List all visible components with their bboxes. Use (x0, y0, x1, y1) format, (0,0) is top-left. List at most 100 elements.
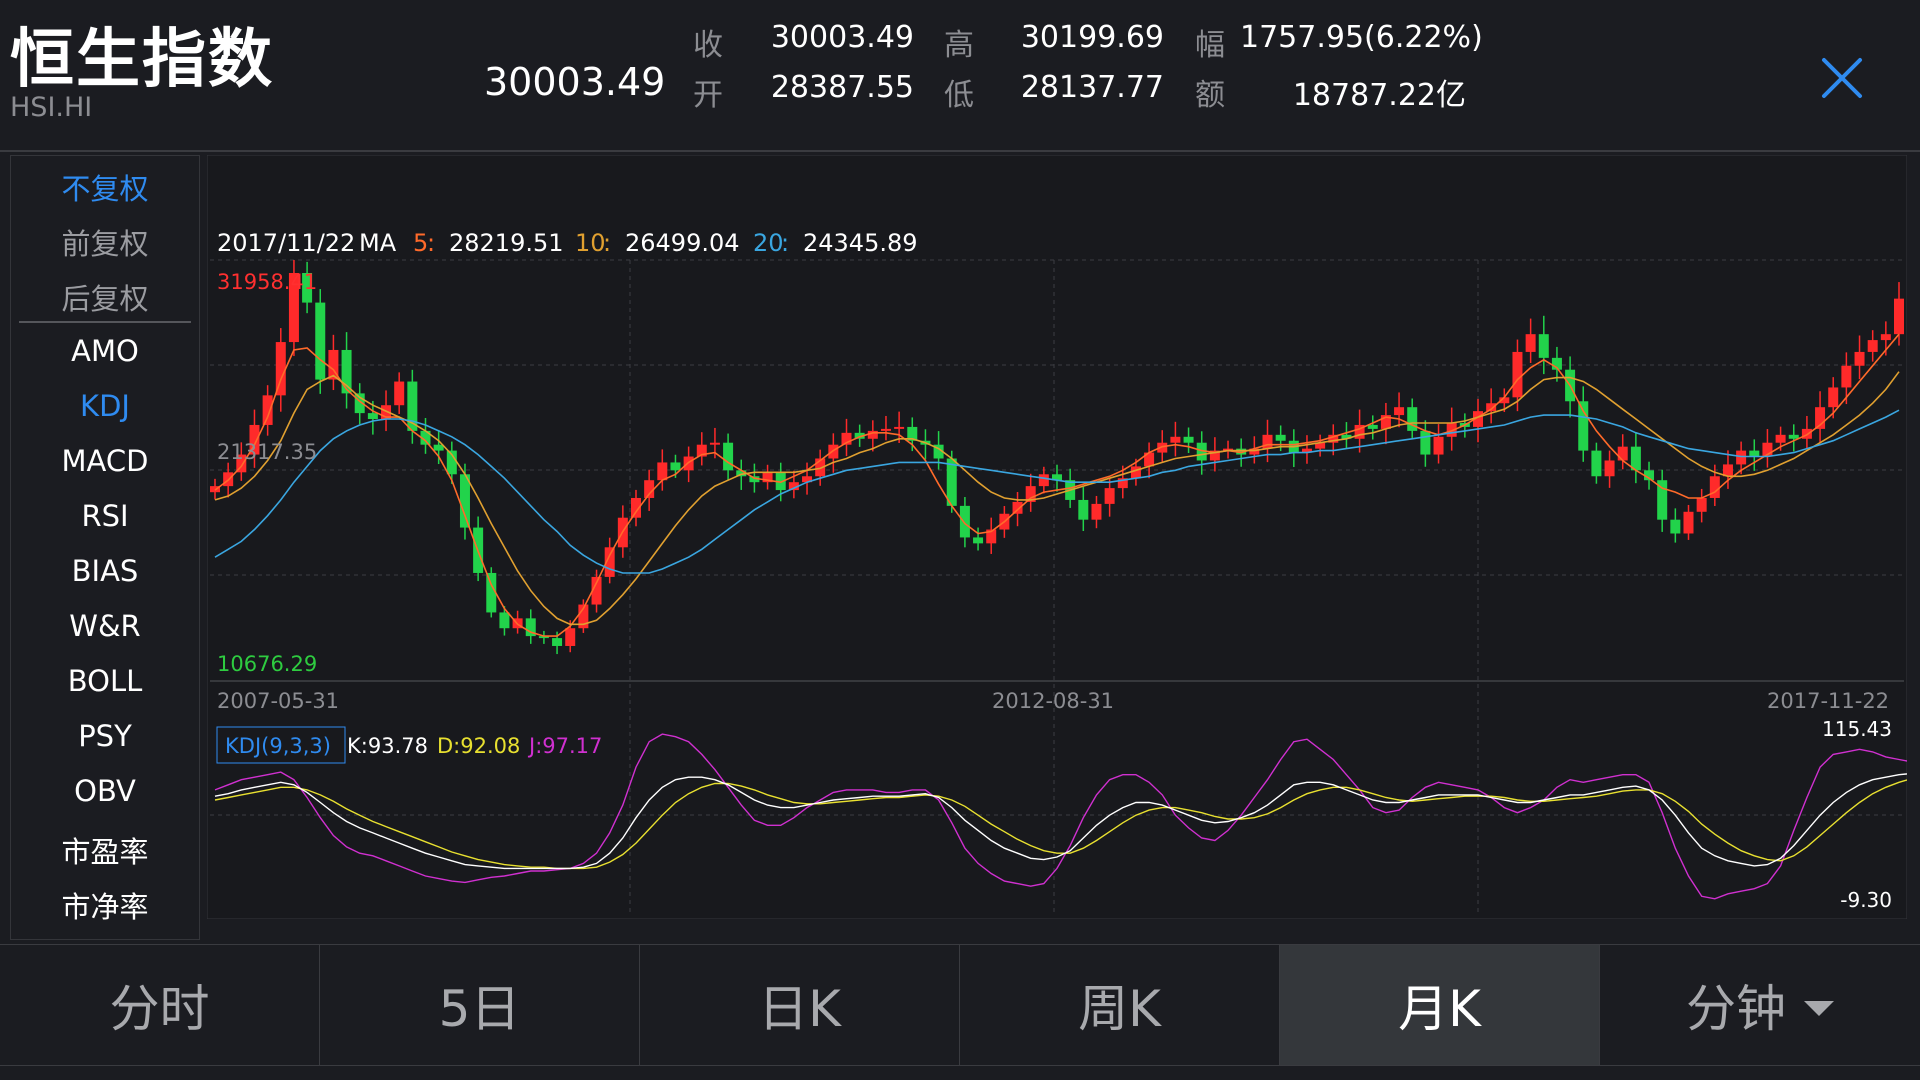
ma20-value: 24345.89 (803, 229, 918, 257)
menu-item-obv[interactable]: OBV (11, 774, 199, 808)
ma5-value: 28219.51 (449, 229, 564, 257)
close-icon[interactable] (1818, 54, 1866, 102)
tab-intraday[interactable]: 分时 (0, 945, 320, 1065)
indicator-side-menu: 不复权 前复权 后复权 AMO KDJ MACD RSI BIAS W&R BO… (10, 155, 200, 940)
candle-body (1894, 298, 1904, 335)
candle-body (1275, 434, 1286, 441)
candle-body (1788, 434, 1799, 439)
kdj-max-label: 115.43 (1822, 717, 1892, 741)
menu-item-kdj[interactable]: KDJ (11, 389, 199, 423)
ma5-sep: : (427, 229, 435, 257)
tab-monthly-k-label: 月K (1398, 980, 1481, 1038)
menu-item-amo[interactable]: AMO (11, 334, 199, 368)
candle-body (1512, 351, 1523, 398)
x-label-mid: 2012-08-31 (992, 689, 1114, 713)
candle-body (394, 381, 405, 406)
kdj-d-value: D:92.08 (437, 734, 520, 758)
candle-body (894, 426, 905, 429)
candle-body (723, 442, 734, 471)
index-name: 恒生指数 (10, 23, 274, 97)
candle-body (1130, 466, 1141, 479)
candle-body (1683, 511, 1694, 534)
chart-frame (207, 155, 1907, 919)
candle-body (1775, 434, 1786, 443)
candle-body (1604, 460, 1615, 477)
menu-item-rsi[interactable]: RSI (11, 499, 199, 533)
candle-body (1104, 488, 1115, 504)
index-code: HSI.HI (10, 92, 93, 123)
period-tab-bar: 分时 5日 日K 周K 月K 分钟 (0, 944, 1920, 1066)
open-value: 28387.55 (770, 70, 914, 105)
menu-item-wr[interactable]: W&R (11, 609, 199, 643)
ma10-sep: : (603, 229, 611, 257)
x-label-start: 2007-05-31 (217, 689, 339, 713)
candle-body (1538, 334, 1549, 358)
low-value: 28137.77 (1020, 70, 1164, 105)
candle-body (1591, 450, 1602, 477)
candle-body (1854, 351, 1865, 366)
menu-item-pb-ratio[interactable]: 市净率 (11, 884, 199, 926)
tab-monthly-k[interactable]: 月K (1280, 945, 1600, 1065)
kline-chart[interactable]: 2017/11/22 MA 5 : 28219.51 10 : 26499.04… (207, 155, 1907, 919)
candle-body (341, 349, 352, 394)
candle-body (1617, 446, 1628, 461)
candle-body (367, 413, 378, 420)
candle-body (1867, 340, 1878, 352)
tab-5day[interactable]: 5日 (320, 945, 640, 1065)
candle-body (1525, 334, 1536, 352)
candle-body (1828, 387, 1839, 408)
candle-body (880, 428, 891, 431)
candle-body (315, 302, 326, 380)
menu-item-no-adjust[interactable]: 不复权 (11, 166, 199, 208)
candle-body (709, 442, 720, 445)
candle-body (670, 462, 681, 471)
kdj-min-label: -9.30 (1840, 888, 1892, 912)
close-value: 30003.49 (770, 20, 914, 55)
cursor-date: 2017/11/22 (217, 229, 355, 257)
x-label-end: 2017-11-22 (1767, 689, 1889, 713)
menu-item-boll[interactable]: BOLL (11, 664, 199, 698)
candle-body (1367, 424, 1378, 429)
chevron-down-icon[interactable] (1804, 1000, 1834, 1016)
candle-body (433, 444, 444, 451)
tab-intraday-label: 分时 (109, 980, 210, 1038)
candle-body (262, 395, 273, 425)
low-label: 低 (944, 78, 974, 113)
menu-item-pe-ratio[interactable]: 市盈率 (11, 829, 199, 871)
menu-item-backward-adjust[interactable]: 后复权 (11, 276, 199, 318)
candle-body (828, 444, 839, 459)
candle-body (459, 474, 470, 528)
candle-body (1038, 474, 1049, 487)
tab-weekly-k[interactable]: 周K (960, 945, 1280, 1065)
high-value: 30199.69 (1020, 20, 1164, 55)
kdj-j-value: J:97.17 (527, 734, 602, 758)
candle-body (565, 628, 576, 646)
min-price-label: 10676.29 (217, 652, 317, 676)
candle-body (973, 537, 984, 544)
candle-body (1696, 497, 1707, 512)
menu-item-bias[interactable]: BIAS (11, 554, 199, 588)
amount-label: 额 (1195, 78, 1225, 113)
ma20-period: 20 (753, 229, 784, 257)
change-label: 幅 (1195, 28, 1225, 63)
tab-minute[interactable]: 分钟 (1600, 945, 1920, 1065)
menu-item-psy[interactable]: PSY (11, 719, 199, 753)
kdj-label: KDJ(9,3,3) (225, 734, 331, 758)
candle-body (959, 505, 970, 538)
ma10-value: 26499.04 (625, 229, 740, 257)
ma10-period: 10 (575, 229, 606, 257)
tab-daily-k[interactable]: 日K (640, 945, 960, 1065)
high-label: 高 (944, 28, 974, 63)
open-label: 开 (693, 78, 723, 113)
candle-body (1749, 450, 1760, 457)
candle-body (1394, 407, 1405, 416)
candle-body (657, 462, 668, 481)
candle-body (1880, 334, 1891, 341)
candle-body (1183, 436, 1194, 443)
mid-price-label: 21317.35 (217, 440, 317, 464)
amount-value: 18787.22亿 (1292, 78, 1466, 113)
candle-body (1841, 365, 1852, 388)
menu-item-forward-adjust[interactable]: 前复权 (11, 221, 199, 263)
close-label: 收 (693, 28, 723, 63)
menu-item-macd[interactable]: MACD (11, 444, 199, 478)
